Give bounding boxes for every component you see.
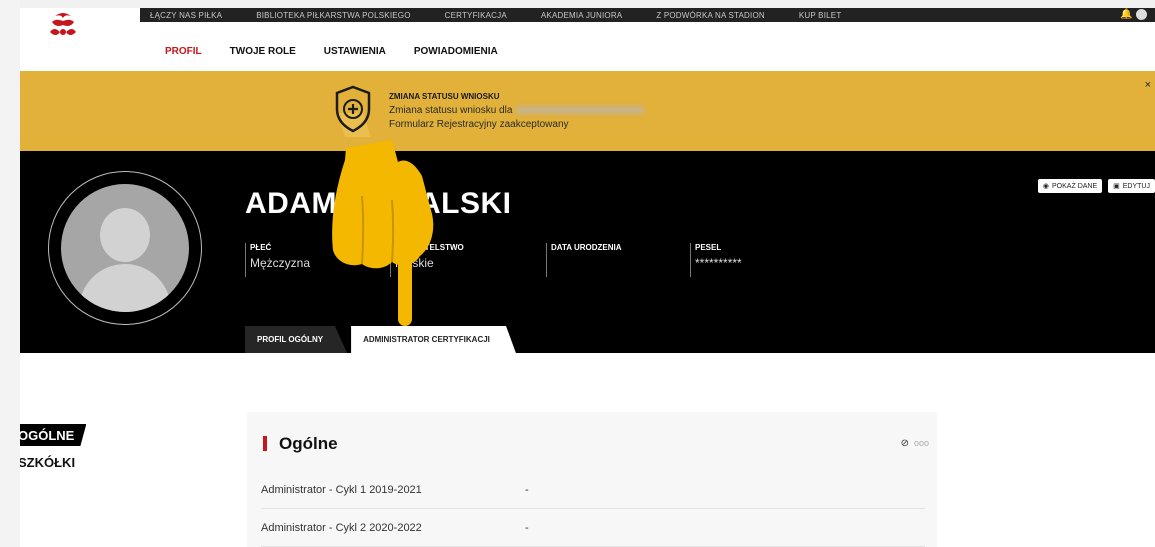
field-label: PESEL	[695, 243, 722, 252]
subnav-ustawienia[interactable]: USTAWIENIA	[324, 46, 386, 57]
field-label: DATA URODZENIA	[551, 243, 622, 252]
topnav-item-biblioteka[interactable]: BIBLIOTEKA PIŁKARSTWA POLSKIEGO	[256, 11, 410, 20]
title-accent	[263, 436, 267, 451]
sidebar-item-szkolki[interactable]: SZKÓŁKI	[20, 455, 75, 470]
bell-icon[interactable]: 🔔	[1120, 9, 1132, 20]
row-label: Administrator - Cykl 2 2020-2022	[261, 522, 422, 534]
table-row: Administrator - Cykl 1 2019-2021 -	[261, 472, 925, 509]
edit-button[interactable]: ▣ EDYTUJ	[1108, 179, 1155, 193]
top-navigation: ŁĄCZY NAS PIŁKA BIBLIOTEKA PIŁKARSTWA PO…	[140, 8, 1155, 22]
notification-title: ZMIANA STATUSU WNIOSKU	[389, 92, 500, 101]
field-data-urodzenia: DATA URODZENIA	[546, 243, 622, 277]
notification-text-1: Zmiana statusu wniosku dla	[389, 105, 513, 116]
top-bar: ŁĄCZY NAS PIŁKA BIBLIOTEKA PIŁKARSTWA PO…	[20, 8, 1155, 57]
field-pesel: PESEL **********	[690, 243, 742, 277]
profile-actions: ◉ POKAŻ DANE ▣ EDYTUJ	[1037, 179, 1155, 193]
tab-administrator-certyfikacji[interactable]: ADMINISTRATOR CERTYFIKACJI	[351, 326, 516, 353]
notification-banner: ZMIANA STATUSU WNIOSKU Zmiana statusu wn…	[20, 71, 1155, 151]
edit-label: EDYTUJ	[1122, 182, 1150, 190]
eye-icon: ◉	[1042, 183, 1050, 190]
topnav-item-laczy[interactable]: ŁĄCZY NAS PIŁKA	[150, 11, 222, 20]
row-label: Administrator - Cykl 1 2019-2021	[261, 484, 422, 496]
field-obywatelstwo: OBYWATELSTWO Polskie	[390, 243, 464, 277]
topnav-item-akademia[interactable]: AKADEMIA JUNIORA	[541, 11, 622, 20]
topnav-item-podworko[interactable]: Z PODWÓRKA NA STADION	[656, 11, 765, 20]
tab-profil-ogolny[interactable]: PROFIL OGÓLNY	[245, 326, 348, 353]
row-value: -	[525, 522, 529, 534]
shield-plus-icon	[335, 85, 371, 137]
notification-line-1: Zmiana statusu wniosku dla	[389, 105, 645, 116]
close-icon[interactable]: ×	[1145, 79, 1151, 91]
profile-name: ADAM KOWALSKI	[245, 187, 512, 220]
profile-tabs: PROFIL OGÓLNY ADMINISTRATOR CERTYFIKACJI	[245, 326, 516, 353]
profile-subnav: PROFIL TWOJE ROLE USTAWIENIA POWIADOMIEN…	[165, 46, 498, 57]
left-edge	[0, 0, 20, 547]
field-plec: PŁEĆ Mężczyzna	[245, 243, 310, 277]
subnav-profil[interactable]: PROFIL	[165, 46, 202, 57]
subnav-twoje-role[interactable]: TWOJE ROLE	[230, 46, 296, 57]
field-label: OBYWATELSTWO	[395, 243, 464, 252]
show-data-label: POKAŻ DANE	[1052, 182, 1098, 190]
field-label: PŁEĆ	[250, 243, 272, 252]
card-title: Ogólne	[279, 434, 338, 453]
notification-text-2: Formularz Rejestracyjny zaakceptowany	[389, 119, 569, 130]
sidebar-item-ogolne[interactable]: OGÓLNE	[20, 424, 87, 446]
user-avatar[interactable]	[1136, 9, 1147, 20]
edit-icon: ▣	[1113, 183, 1120, 190]
table-row: Administrator - Cykl 2 2020-2022 -	[261, 510, 925, 547]
app-frame: ŁĄCZY NAS PIŁKA BIBLIOTEKA PIŁKARSTWA PO…	[20, 8, 1155, 547]
row-value: -	[525, 484, 529, 496]
subnav-powiadomienia[interactable]: POWIADOMIENIA	[414, 46, 498, 57]
more-options[interactable]: ooo	[914, 438, 929, 448]
blurred-name	[516, 106, 645, 115]
logo-icon[interactable]	[46, 10, 80, 42]
show-data-button[interactable]: ◉ POKAŻ DANE	[1037, 179, 1103, 193]
profile-avatar	[48, 171, 202, 325]
field-value: Polskie	[395, 256, 434, 270]
profile-header: ADAM KOWALSKI PŁEĆ Mężczyzna OBYWATELSTW…	[20, 151, 1155, 353]
topnav-item-bilet[interactable]: KUP BILET	[799, 11, 842, 20]
eye-off-icon[interactable]: ⊘	[901, 438, 909, 449]
topnav-item-certyfikacja[interactable]: CERTYFIKACJA	[445, 11, 507, 20]
field-value: Mężczyzna	[250, 256, 311, 270]
general-card: Ogólne ⊘ ooo Administrator - Cykl 1 2019…	[247, 412, 937, 547]
field-value: **********	[695, 256, 742, 270]
